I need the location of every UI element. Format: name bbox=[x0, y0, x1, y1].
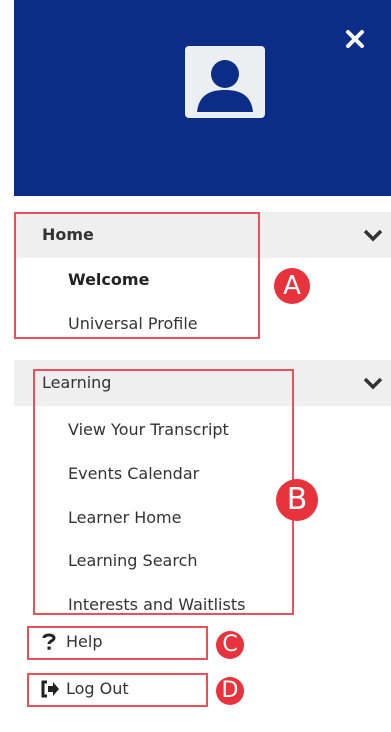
logout-icon bbox=[40, 680, 60, 702]
annotation-box-a bbox=[14, 212, 260, 339]
annotation-marker-b: B bbox=[276, 479, 318, 521]
user-avatar-icon bbox=[185, 46, 265, 118]
chevron-down-icon[interactable] bbox=[363, 376, 383, 390]
help-link[interactable]: Help bbox=[66, 634, 102, 650]
question-icon bbox=[42, 633, 56, 655]
profile-header bbox=[14, 0, 391, 196]
annotation-marker-a: A bbox=[274, 268, 310, 304]
close-icon[interactable] bbox=[345, 29, 365, 49]
annotation-marker-c: C bbox=[216, 631, 244, 659]
logout-link[interactable]: Log Out bbox=[66, 681, 129, 697]
annotation-marker-d: D bbox=[216, 677, 244, 705]
annotation-box-b bbox=[33, 369, 294, 615]
chevron-down-icon[interactable] bbox=[363, 228, 383, 242]
